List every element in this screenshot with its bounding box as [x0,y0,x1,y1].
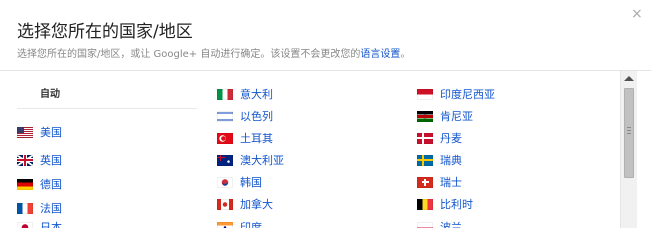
country-item[interactable]: 比利时 [417,196,473,212]
country-item[interactable]: 英国 [17,152,62,168]
ke-flag-icon [417,110,433,122]
country-label: 印度 [240,221,262,228]
tr-flag-icon [217,132,233,144]
country-label: 加拿大 [240,198,273,211]
country-item[interactable]: 美国 [17,124,62,140]
il-flag-icon [217,110,233,122]
ca-flag-icon [217,198,233,210]
dk-flag-icon [417,132,433,144]
country-label: 土耳其 [240,132,273,145]
de-flag-icon [17,178,33,190]
close-icon[interactable]: × [631,7,643,21]
ch-flag-icon [417,176,433,188]
uk-flag-icon [17,154,33,166]
country-dialog: 选择您所在的国家/地区 × 选择您所在的国家/地区，或让 Google+ 自动进… [0,0,651,228]
country-label: 印度尼西亚 [440,88,495,101]
country-label: 英国 [40,154,62,167]
it-flag-icon [217,88,233,100]
country-item[interactable]: 印度 [217,219,262,228]
country-list: 自动 美国英国德国法国日本 意大利以色列土耳其澳大利亚韩国加拿大印度 印度尼西亚肯尼… [0,71,620,228]
country-label: 以色列 [240,110,273,123]
country-item[interactable]: 韩国 [217,174,262,190]
jp-flag-icon [17,221,33,228]
country-label: 意大利 [240,88,273,101]
country-label: 美国 [40,126,62,139]
subtitle-text: 选择您所在的国家/地区，或让 Google+ 自动进行确定。该设置不会更改您的 [17,49,361,60]
country-item[interactable]: 丹麦 [417,130,462,146]
in-flag-icon [217,221,233,228]
se-flag-icon [417,154,433,166]
country-item[interactable]: 土耳其 [217,130,273,146]
country-label: 法国 [40,202,62,215]
scrollbar-grip [627,133,631,134]
country-item[interactable]: 印度尼西亚 [417,86,495,102]
fr-flag-icon [17,202,33,214]
au-flag-icon [217,154,233,166]
subtitle-end: 。 [400,49,411,60]
country-item[interactable]: 瑞典 [417,152,462,168]
dialog-title: 选择您所在的国家/地区 [17,22,193,42]
country-label: 丹麦 [440,132,462,145]
country-item[interactable]: 瑞士 [417,174,462,190]
scrollbar-thumb[interactable] [624,88,634,178]
country-label: 肯尼亚 [440,110,473,123]
country-label: 韩国 [240,176,262,189]
country-item[interactable]: 法国 [17,200,62,216]
country-label: 瑞典 [440,154,462,167]
country-label: 德国 [40,178,62,191]
scrollbar[interactable] [620,71,637,228]
country-item[interactable]: 肯尼亚 [417,108,473,124]
scroll-up-arrow-icon[interactable] [624,76,634,81]
dialog-subtitle: 选择您所在的国家/地区，或让 Google+ 自动进行确定。该设置不会更改您的语… [17,45,410,60]
country-label: 瑞士 [440,176,462,189]
country-label: 比利时 [440,198,473,211]
language-settings-link[interactable]: 语言设置 [360,49,400,60]
scrollbar-grip [627,130,631,131]
auto-divider [17,108,197,109]
country-item[interactable]: 日本 [17,219,62,228]
kr-flag-icon [217,176,233,188]
pl-flag-icon [417,221,433,228]
country-label: 澳大利亚 [240,154,284,167]
scrollbar-grip [627,127,631,128]
auto-option[interactable]: 自动 [40,85,60,100]
country-label: 日本 [40,221,62,228]
be-flag-icon [417,198,433,210]
country-item[interactable]: 以色列 [217,108,273,124]
country-item[interactable]: 意大利 [217,86,273,102]
country-item[interactable]: 波兰 [417,219,462,228]
country-item[interactable]: 德国 [17,176,62,192]
country-item[interactable]: 澳大利亚 [217,152,284,168]
id-flag-icon [417,88,433,100]
country-item[interactable]: 加拿大 [217,196,273,212]
country-label: 波兰 [440,221,462,228]
us-flag-icon [17,126,33,138]
